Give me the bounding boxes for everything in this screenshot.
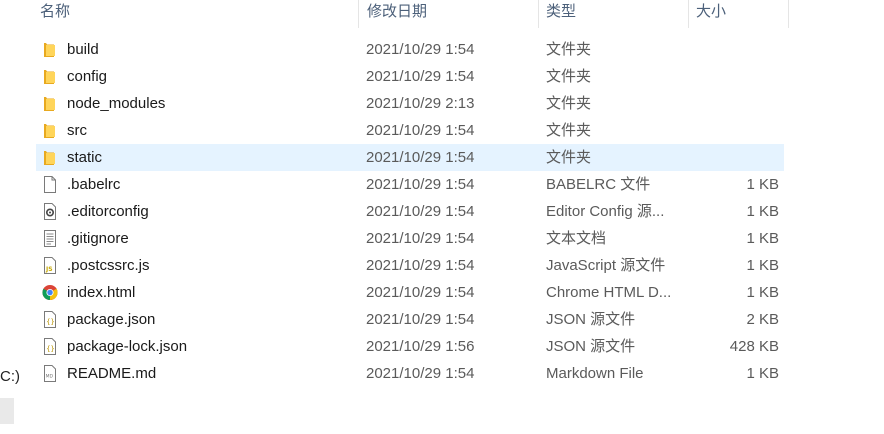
file-name: build — [67, 41, 99, 58]
column-divider[interactable] — [688, 0, 689, 28]
file-type: 文件夹 — [546, 68, 592, 85]
file-name: node_modules — [67, 95, 166, 112]
column-divider[interactable] — [358, 0, 359, 28]
file-modified-date: 2021/10/29 1:54 — [366, 230, 475, 247]
file-size: 1 KB — [746, 284, 779, 301]
clipped-glyph: \ — [193, 0, 197, 3]
file-row[interactable]: {} package.json 2021/10/29 1:54 JSON 源文件 2 K… — [36, 306, 784, 333]
file-type: JSON 源文件 — [546, 311, 636, 328]
file-size: 1 KB — [746, 203, 779, 220]
folder-icon — [42, 41, 58, 58]
file-size: 1 KB — [746, 230, 779, 247]
file-type: 文本文档 — [546, 230, 607, 247]
file-size: 1 KB — [746, 365, 779, 382]
file-row[interactable]: static 2021/10/29 1:54 文件夹 — [36, 144, 784, 171]
file-row[interactable]: config 2021/10/29 1:54 文件夹 — [36, 63, 784, 90]
file-name: src — [67, 122, 87, 139]
blank-file-icon — [42, 176, 58, 193]
file-name: .babelrc — [67, 176, 121, 193]
file-type: 文件夹 — [546, 122, 592, 139]
file-modified-date: 2021/10/29 1:54 — [366, 257, 475, 274]
file-row[interactable]: .babelrc 2021/10/29 1:54 BABELRC 文件 1 KB — [36, 171, 784, 198]
config-file-icon — [42, 203, 58, 220]
file-modified-date: 2021/10/29 1:54 — [366, 68, 475, 85]
file-name: static — [67, 149, 103, 166]
file-size: 428 KB — [729, 338, 779, 355]
file-name: .editorconfig — [67, 203, 149, 220]
file-row[interactable]: .editorconfig 2021/10/29 1:54 Editor Confi… — [36, 198, 784, 225]
folder-icon — [42, 122, 58, 139]
file-size: 1 KB — [746, 176, 779, 193]
file-name: package-lock.json — [67, 338, 188, 355]
file-name: config — [67, 68, 108, 85]
file-modified-date: 2021/10/29 1:54 — [366, 284, 475, 301]
file-modified-date: 2021/10/29 1:54 — [366, 122, 475, 139]
file-type: JavaScript 源文件 — [546, 257, 666, 274]
file-size: 2 KB — [746, 311, 779, 328]
file-name: .postcssrc.js — [67, 257, 150, 274]
file-type: BABELRC 文件 — [546, 176, 651, 193]
file-row[interactable]: node_modules 2021/10/29 2:13 文件夹 — [36, 90, 784, 117]
file-modified-date: 2021/10/29 1:56 — [366, 338, 475, 355]
file-type: 文件夹 — [546, 149, 592, 166]
file-size: 1 KB — [746, 257, 779, 274]
svg-text:JS: JS — [45, 266, 53, 273]
file-name: .gitignore — [67, 230, 129, 247]
svg-text:{}: {} — [46, 318, 54, 326]
file-type: Markdown File — [546, 365, 644, 382]
folder-icon — [42, 95, 58, 112]
file-row[interactable]: .gitignore 2021/10/29 1:54 文本文档 1 KB — [36, 225, 784, 252]
file-row[interactable]: JS .postcssrc.js 2021/10/29 1:54 JavaScript… — [36, 252, 784, 279]
column-header-type[interactable]: 类型 — [546, 0, 576, 26]
file-name: package.json — [67, 311, 156, 328]
file-row[interactable]: MD README.md 2021/10/29 1:54 Markdown File 1… — [36, 360, 784, 387]
column-header-size[interactable]: 大小 — [696, 0, 726, 26]
file-name: README.md — [67, 365, 157, 382]
file-type: Chrome HTML D... — [546, 284, 672, 301]
file-modified-date: 2021/10/29 1:54 — [366, 149, 475, 166]
column-header-row: \ 名称 修改日期 类型 大小 — [0, 0, 884, 28]
file-modified-date: 2021/10/29 1:54 — [366, 41, 475, 58]
file-modified-date: 2021/10/29 1:54 — [366, 203, 475, 220]
folder-icon — [42, 149, 58, 166]
file-row[interactable]: {} package-lock.json 2021/10/29 1:56 JSON 源… — [36, 333, 784, 360]
navigation-pane-edge: C:) — [0, 0, 20, 434]
file-row[interactable]: src 2021/10/29 1:54 文件夹 — [36, 117, 784, 144]
json-file-icon: {} — [42, 338, 58, 355]
text-file-icon — [42, 230, 58, 247]
file-type: Editor Config 源... — [546, 203, 665, 220]
file-row[interactable]: index.html 2021/10/29 1:54 Chrome HTML D..… — [36, 279, 784, 306]
file-type: JSON 源文件 — [546, 338, 636, 355]
json-file-icon: {} — [42, 311, 58, 328]
column-header-name[interactable]: 名称 — [40, 0, 70, 26]
file-type: 文件夹 — [546, 41, 592, 58]
scrollbar-thumb[interactable] — [0, 398, 14, 424]
file-modified-date: 2021/10/29 1:54 — [366, 365, 475, 382]
column-header-modified[interactable]: 修改日期 — [367, 0, 427, 26]
file-name: index.html — [67, 284, 136, 301]
file-modified-date: 2021/10/29 2:13 — [366, 95, 475, 112]
chrome-icon — [42, 284, 58, 301]
js-file-icon: JS — [42, 257, 58, 274]
drive-label-fragment[interactable]: C:) — [0, 368, 20, 385]
file-type: 文件夹 — [546, 95, 592, 112]
markdown-file-icon: MD — [42, 365, 58, 382]
folder-icon — [42, 68, 58, 85]
file-row[interactable]: build 2021/10/29 1:54 文件夹 — [36, 36, 784, 63]
column-divider[interactable] — [788, 0, 789, 28]
column-divider[interactable] — [538, 0, 539, 28]
file-modified-date: 2021/10/29 1:54 — [366, 176, 475, 193]
file-modified-date: 2021/10/29 1:54 — [366, 311, 475, 328]
svg-text:MD: MD — [46, 374, 54, 380]
svg-text:{}: {} — [46, 345, 54, 353]
